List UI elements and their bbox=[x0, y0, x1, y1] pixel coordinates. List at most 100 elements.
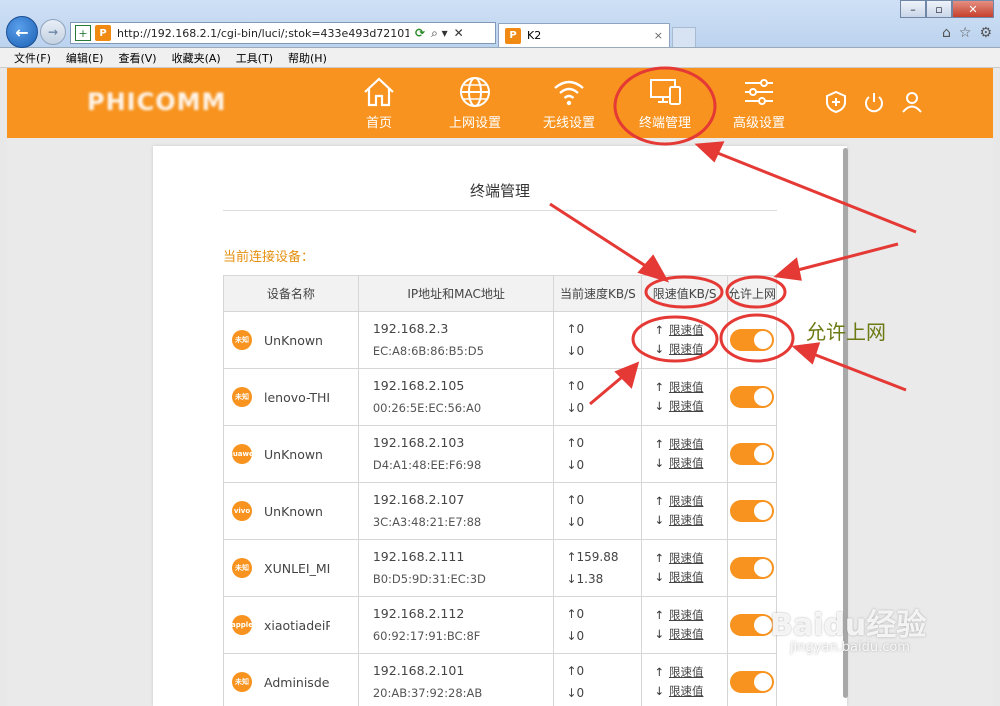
download-limit-link[interactable]: 限速值 bbox=[669, 513, 704, 527]
device-limit-cell: ↑ 限速值 ↓ 限速值 bbox=[641, 539, 728, 597]
device-name: UnKnown bbox=[264, 332, 323, 348]
close-button[interactable]: ✕ bbox=[952, 0, 994, 18]
allow-internet-toggle[interactable] bbox=[729, 614, 774, 636]
upload-speed: ↑0 bbox=[566, 436, 585, 450]
url-text[interactable]: http://192.168.2.1/cgi-bin/luci/;stok=43… bbox=[117, 27, 409, 40]
allow-internet-toggle[interactable] bbox=[729, 671, 774, 693]
device-speed-cell: ↑0 ↓0 bbox=[553, 425, 643, 483]
device-name-cell: 未知 XUNLEI_MI bbox=[223, 539, 359, 597]
table-header-row: 设备名称 IP地址和MAC地址 当前速度KB/S 限速值KB/S 允许上网 bbox=[223, 275, 778, 312]
power-icon[interactable] bbox=[863, 90, 885, 114]
menu-view[interactable]: 查看(V) bbox=[118, 50, 156, 66]
minimize-button[interactable]: – bbox=[900, 0, 926, 18]
device-name: lenovo-THI bbox=[264, 389, 330, 405]
download-speed: ↓0 bbox=[566, 458, 585, 472]
device-limit-cell: ↑ 限速值 ↓ 限速值 bbox=[641, 368, 728, 426]
upload-arrow: ↑ bbox=[654, 437, 664, 451]
device-ip: 192.168.2.3 bbox=[372, 321, 449, 336]
device-ip-mac-cell: 192.168.2.101 20:AB:37:92:28:AB bbox=[357, 653, 555, 706]
tab-close-icon[interactable]: × bbox=[654, 29, 663, 42]
download-limit-link[interactable]: 限速值 bbox=[669, 399, 704, 413]
star-icon[interactable]: ☆ bbox=[959, 25, 972, 41]
nav-home[interactable]: 首页 bbox=[335, 76, 423, 131]
download-arrow: ↓ bbox=[654, 627, 664, 641]
allow-internet-toggle[interactable] bbox=[729, 329, 774, 351]
device-mac: D4:A1:48:EE:F6:98 bbox=[372, 458, 482, 472]
device-type-icon: 未知 bbox=[232, 330, 252, 350]
upload-limit-link[interactable]: 限速值 bbox=[669, 323, 704, 337]
device-name-cell: vivo UnKnown bbox=[223, 482, 359, 540]
window-controls: – ▫ ✕ bbox=[900, 0, 994, 18]
download-limit-link[interactable]: 限速值 bbox=[669, 342, 704, 356]
nav-advanced[interactable]: 高级设置 bbox=[715, 76, 803, 131]
download-limit-link[interactable]: 限速值 bbox=[669, 456, 704, 470]
back-button[interactable]: ← bbox=[6, 16, 38, 48]
shield-icon[interactable] bbox=[825, 90, 847, 114]
device-speed-cell: ↑0 ↓0 bbox=[553, 653, 643, 706]
user-icon[interactable] bbox=[901, 90, 923, 114]
upload-limit-link[interactable]: 限速值 bbox=[669, 551, 704, 565]
upload-speed: ↑159.88 bbox=[566, 550, 619, 564]
device-ip: 192.168.2.111 bbox=[372, 549, 465, 564]
allow-internet-toggle[interactable] bbox=[729, 500, 774, 522]
device-name-cell: huawei UnKnown bbox=[223, 425, 359, 483]
allow-internet-toggle[interactable] bbox=[729, 557, 774, 579]
menu-tools[interactable]: 工具(T) bbox=[236, 50, 273, 66]
column-header-ip-mac: IP地址和MAC地址 bbox=[357, 275, 555, 312]
toggle-knob bbox=[753, 673, 772, 691]
allow-internet-toggle[interactable] bbox=[729, 443, 774, 465]
menu-favorites[interactable]: 收藏夹(A) bbox=[172, 50, 221, 66]
upload-limit-link[interactable]: 限速值 bbox=[669, 437, 704, 451]
home-icon bbox=[364, 77, 394, 107]
upload-limit-link[interactable]: 限速值 bbox=[669, 380, 704, 394]
download-speed: ↓0 bbox=[566, 686, 585, 700]
menu-file[interactable]: 文件(F) bbox=[14, 50, 51, 66]
home-icon[interactable]: ⌂ bbox=[942, 25, 951, 41]
upload-limit-link[interactable]: 限速值 bbox=[669, 608, 704, 622]
toggle-knob bbox=[753, 559, 772, 577]
new-tab-button[interactable] bbox=[672, 27, 696, 47]
download-arrow: ↓ bbox=[654, 513, 664, 527]
download-limit-link[interactable]: 限速值 bbox=[669, 570, 704, 584]
column-header-name: 设备名称 bbox=[223, 275, 359, 312]
device-ip: 192.168.2.107 bbox=[372, 492, 465, 507]
download-limit-link[interactable]: 限速值 bbox=[669, 627, 704, 641]
table-row: apple xiaotiadeiP 192.168.2.112 60:92:17:91… bbox=[223, 596, 778, 654]
device-name-cell: apple xiaotiadeiP bbox=[223, 596, 359, 654]
maximize-button[interactable]: ▫ bbox=[926, 0, 952, 18]
router-header: PHICOMM 首页 上网设置 无线设置 终端管理 高级设置 bbox=[7, 68, 993, 138]
device-limit-cell: ↑ 限速值 ↓ 限速值 bbox=[641, 482, 728, 540]
upload-arrow: ↑ bbox=[654, 494, 664, 508]
device-management-card: 终端管理 当前连接设备： 设备名称 IP地址和MAC地址 当前速度KB/S 限速… bbox=[153, 146, 847, 706]
tab-k2[interactable]: P K2 × bbox=[498, 23, 670, 47]
nav-internet[interactable]: 上网设置 bbox=[431, 76, 519, 131]
device-mac: 00:26:5E:EC:56:A0 bbox=[372, 401, 482, 415]
menu-edit[interactable]: 编辑(E) bbox=[66, 50, 104, 66]
page-title: 终端管理 bbox=[469, 182, 530, 200]
device-type-icon: vivo bbox=[232, 501, 252, 521]
device-limit-cell: ↑ 限速值 ↓ 限速值 bbox=[641, 596, 728, 654]
nav-wireless[interactable]: 无线设置 bbox=[525, 76, 613, 131]
nav-devices[interactable]: 终端管理 bbox=[621, 76, 709, 131]
site-favicon: P bbox=[95, 25, 111, 41]
address-bar[interactable]: + P http://192.168.2.1/cgi-bin/luci/;sto… bbox=[70, 22, 496, 44]
column-header-speed: 当前速度KB/S bbox=[553, 275, 643, 312]
title-divider bbox=[223, 210, 777, 211]
device-mac: B0:D5:9D:31:EC:3D bbox=[372, 572, 486, 586]
search-icon[interactable]: ⌕ ▾ bbox=[431, 26, 448, 41]
allow-internet-toggle[interactable] bbox=[729, 386, 774, 408]
gear-icon[interactable]: ⚙ bbox=[979, 25, 992, 41]
refresh-icon[interactable]: ⟳ bbox=[415, 26, 425, 41]
menu-help[interactable]: 帮助(H) bbox=[288, 50, 327, 66]
device-speed-cell: ↑0 ↓0 bbox=[553, 596, 643, 654]
sliders-icon bbox=[745, 79, 773, 105]
upload-limit-link[interactable]: 限速值 bbox=[669, 665, 704, 679]
upload-limit-link[interactable]: 限速值 bbox=[669, 494, 704, 508]
device-ip-mac-cell: 192.168.2.105 00:26:5E:EC:56:A0 bbox=[357, 368, 555, 426]
device-speed-cell: ↑0 ↓0 bbox=[553, 482, 643, 540]
download-limit-link[interactable]: 限速值 bbox=[669, 684, 704, 698]
stop-icon[interactable]: ✕ bbox=[454, 26, 464, 41]
forward-button[interactable]: → bbox=[40, 19, 66, 45]
plus-icon: + bbox=[75, 25, 91, 41]
upload-speed: ↑0 bbox=[566, 322, 585, 336]
